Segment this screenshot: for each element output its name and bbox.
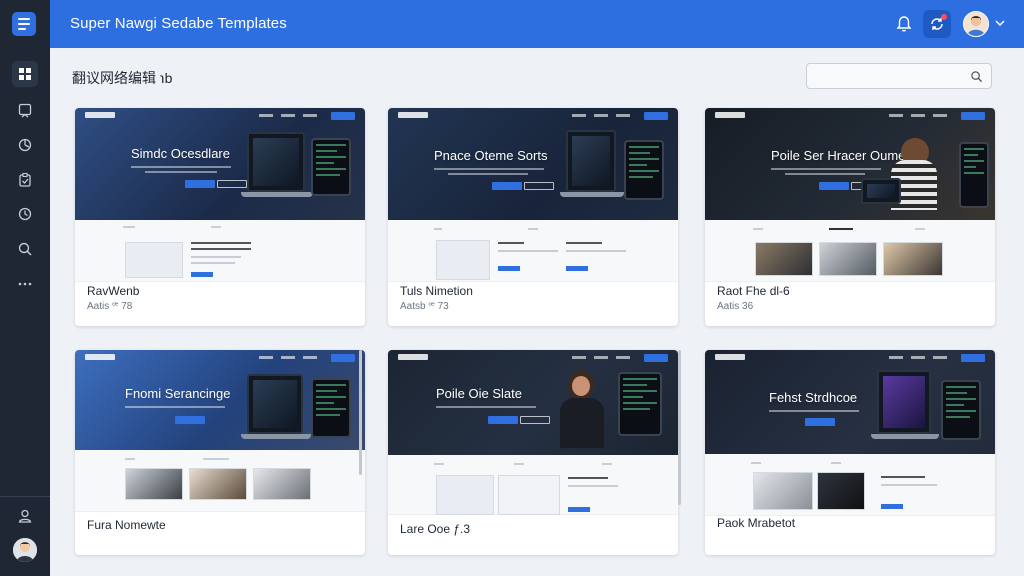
template-hero: Fnomi Serancinge [75,350,365,450]
hero-title: Pnace Oteme Sorts [434,148,547,163]
template-card[interactable]: Pnace Oteme Sorts Tuls Nimetion Aatsb ꟹ … [388,108,678,326]
template-card[interactable]: Poile Oie Slate Lare Ooe ƒ.3 [388,350,678,555]
template-card[interactable]: Fnomi Serancinge Fura Nomewte [75,350,365,555]
hero-title: Poile Ser Hracer Oumer [771,148,910,163]
hero-title: Simdc Ocesdlare [131,146,230,161]
dashboard-icon[interactable] [12,61,38,87]
app-title: Super Nawgi Sedabe Templates [70,15,287,32]
page-title: 翻议网络编辑 ℩b [72,68,172,88]
template-card[interactable]: Fehst Strdhcoe Paok Mrabetot [705,350,995,555]
card-title: Paok Mrabetot [717,516,795,530]
template-preview [388,455,678,515]
card-title: Raot Fhe dl-6 [717,284,790,298]
template-hero: Fehst Strdhcoe [705,350,995,454]
template-hero: Simdc Ocesdlare [75,108,365,220]
search-input[interactable] [815,68,965,84]
sidebar [0,0,50,576]
card-meta: Aatis ꟹ 78 [87,301,132,312]
clock-icon[interactable] [12,201,38,227]
card-title: RavWenb [87,284,139,298]
card-title: Lare Ooe ƒ.3 [400,522,470,536]
clipboard-icon[interactable] [12,167,38,193]
chevron-down-icon[interactable] [994,17,1006,29]
notification-badge [941,14,947,20]
user-avatar[interactable] [963,11,989,37]
card-title: Fura Nomewte [87,518,166,532]
template-card[interactable]: Poile Ser Hracer Oumer Raot Fhe dl-6 Aat… [705,108,995,326]
template-preview [705,220,995,282]
card-title: Tuls Nimetion [400,284,473,298]
document-icon[interactable] [12,97,38,123]
search-box[interactable] [806,63,992,89]
more-icon[interactable] [12,271,38,297]
template-preview [75,450,365,512]
search-icon[interactable] [970,70,983,83]
search-icon[interactable] [12,236,38,262]
template-hero: Poile Ser Hracer Oumer [705,108,995,220]
template-preview [705,454,995,516]
hero-title: Fehst Strdhcoe [769,390,857,405]
top-bar: Super Nawgi Sedabe Templates [50,0,1024,48]
template-preview [388,220,678,282]
template-card[interactable]: Simdc Ocesdlare RavWenb Aatis ꟹ 78 [75,108,365,326]
template-hero: Poile Oie Slate [388,350,678,455]
scrollbar[interactable] [678,350,681,505]
hero-title: Poile Oie Slate [436,386,522,401]
hero-title: Fnomi Serancinge [125,386,231,401]
template-preview [75,220,365,282]
analytics-icon[interactable] [12,132,38,158]
user-icon[interactable] [12,503,38,529]
menu-logo-button[interactable] [12,12,36,36]
notifications-button[interactable] [923,10,951,38]
sidebar-divider [0,496,50,497]
avatar[interactable] [13,538,37,562]
card-meta: Aatsb ꟹ 73 [400,301,449,312]
card-meta: Aatis 36 [717,301,753,312]
template-hero: Pnace Oteme Sorts [388,108,678,220]
scrollbar[interactable] [359,350,362,475]
bell-icon[interactable] [894,14,914,34]
